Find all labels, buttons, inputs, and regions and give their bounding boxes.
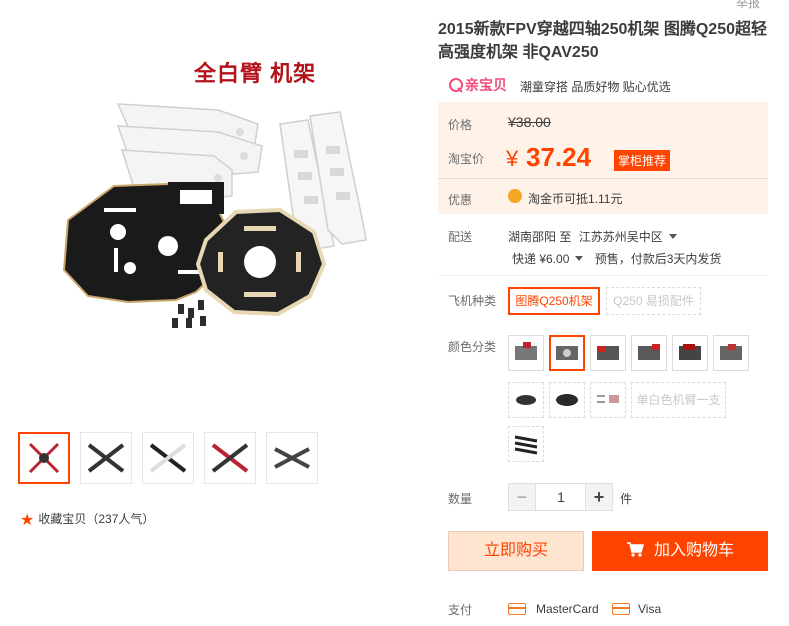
- add-to-cart-button[interactable]: 加入购物车: [592, 531, 768, 571]
- option-frame-q250[interactable]: 图腾Q250机架: [508, 287, 600, 315]
- quantity-unit: 件: [620, 492, 633, 506]
- color-option-6[interactable]: [713, 335, 749, 371]
- color-option-10[interactable]: [508, 426, 544, 462]
- quantity-decrease-button[interactable]: −: [508, 483, 536, 511]
- chevron-down-icon: [575, 256, 584, 261]
- thumbnail-2[interactable]: [80, 432, 132, 484]
- main-product-image: 全白臂 机架: [18, 0, 420, 420]
- original-price: ¥38.00: [508, 114, 551, 130]
- benefit-label: 优惠: [448, 193, 473, 207]
- buy-now-button[interactable]: 立即购买: [448, 531, 584, 571]
- chevron-down-icon: [668, 234, 677, 239]
- promo-price-label: 淘宝价: [448, 152, 485, 166]
- favorite-count: （237人气）: [86, 512, 155, 526]
- swatch-icon: [638, 344, 660, 360]
- thumbnail-frame-icon: [274, 447, 310, 469]
- option-q250-spares[interactable]: Q250 易损配件: [606, 287, 701, 315]
- frame-type-label: 飞机种类: [448, 294, 497, 308]
- thumbnail-1[interactable]: [18, 432, 70, 484]
- favorite-link[interactable]: ★ 收藏宝贝（237人气）: [20, 510, 154, 530]
- swatch-icon: [720, 344, 742, 360]
- swatch-icon: [679, 344, 701, 360]
- thumbnail-3[interactable]: [142, 432, 194, 484]
- price-panel: 价格 ¥38.00 淘宝价 ¥ 37.24 掌柜推荐 优惠 淘金币可抵1.11元: [438, 102, 768, 214]
- color-option-9[interactable]: [590, 382, 626, 418]
- report-link[interactable]: 举报: [736, 0, 760, 11]
- color-label: 颜色分类: [448, 340, 497, 354]
- payment-method-mastercard: MasterCard: [508, 602, 608, 618]
- shipping-method: 快递 ¥6.00 预售，付款后3天内发货: [512, 250, 721, 267]
- frame-kit-illustration: [62, 103, 367, 328]
- brand-logo[interactable]: 亲宝贝: [448, 74, 508, 96]
- color-option-3[interactable]: [590, 335, 626, 371]
- thumbnail-frame-icon: [28, 442, 60, 474]
- credit-card-icon: [612, 603, 630, 615]
- coin-icon: [508, 189, 522, 203]
- color-option-5[interactable]: [672, 335, 708, 371]
- original-price-label: 价格: [448, 118, 473, 132]
- quantity-input[interactable]: 1: [536, 483, 586, 511]
- shipping-label: 配送: [448, 230, 473, 244]
- swatch-icon: [597, 346, 619, 360]
- promo-currency: ¥: [506, 146, 519, 171]
- swatch-icon: [556, 346, 578, 360]
- color-option-8[interactable]: [549, 382, 585, 418]
- swatch-icon: [556, 394, 578, 406]
- product-title: 2015新款FPV穿越四轴250机架 图腾Q250超轻高强度机架 非QAV250: [438, 21, 767, 61]
- brand-slogan: 潮童穿搭 品质好物 贴心优选: [520, 80, 671, 94]
- swatch-icon: [597, 395, 619, 403]
- thumbnail-frame-icon: [149, 443, 187, 473]
- credit-card-icon: [508, 603, 526, 615]
- color-option-1[interactable]: [508, 335, 544, 371]
- favorite-text: 收藏宝贝: [38, 512, 87, 526]
- shipping-route: 湖南邵阳 至 江苏苏州吴中区: [508, 228, 677, 245]
- thumbnail-5[interactable]: [266, 432, 318, 484]
- add-to-cart-label: 加入购物车: [653, 542, 734, 559]
- promo-price: 37.24: [526, 142, 592, 172]
- ship-method-select[interactable]: 快递 ¥6.00: [512, 252, 584, 266]
- ship-destination-select[interactable]: 江苏苏州吴中区: [579, 230, 677, 244]
- payment-label: 支付: [448, 603, 473, 617]
- quantity-label: 数量: [448, 492, 473, 506]
- star-icon: ★: [20, 512, 35, 529]
- brand-logo-text: 亲宝贝: [465, 77, 507, 93]
- color-option-4[interactable]: [631, 335, 667, 371]
- color-option-7[interactable]: [508, 382, 544, 418]
- divider: [438, 275, 768, 276]
- swatch-icon: [514, 435, 538, 455]
- ship-to-word: 至: [559, 230, 572, 244]
- payment-method-visa: Visa: [612, 602, 672, 618]
- thumbnail-4[interactable]: [204, 432, 256, 484]
- benefit-text: 淘金币可抵1.11元: [528, 192, 623, 206]
- cart-icon: [626, 542, 644, 557]
- swatch-icon: [515, 342, 537, 360]
- swatch-icon: [516, 395, 536, 405]
- price-divider: [438, 178, 768, 179]
- ship-origin: 湖南邵阳: [508, 230, 557, 244]
- color-option-2[interactable]: [549, 335, 585, 371]
- thumbnail-frame-icon: [87, 443, 125, 473]
- quantity-increase-button[interactable]: +: [585, 483, 613, 511]
- promo-tag-badge: 掌柜推荐: [614, 150, 671, 171]
- thumbnail-frame-icon: [211, 443, 249, 473]
- color-option-single-arm[interactable]: 单白色机臂一支: [631, 382, 726, 418]
- presale-note: 预售，付款后3天内发货: [594, 252, 722, 266]
